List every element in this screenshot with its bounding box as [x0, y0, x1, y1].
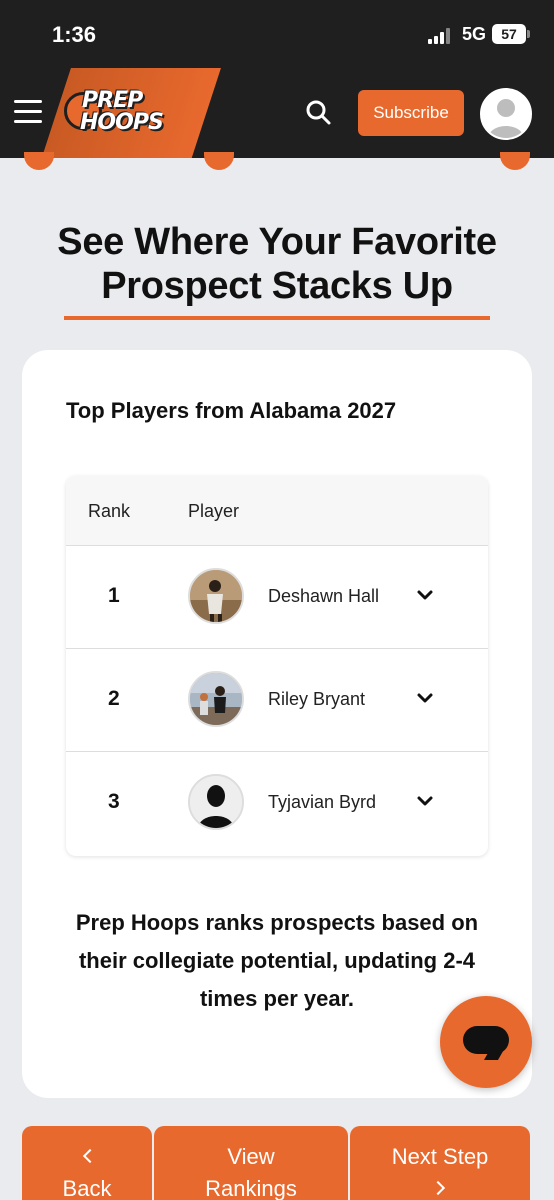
player-name[interactable]: Deshawn Hall — [268, 586, 379, 607]
back-label: Back — [62, 1176, 112, 1200]
card-title: Top Players from Alabama 2027 — [66, 398, 397, 423]
player-name[interactable]: Riley Bryant — [268, 689, 365, 710]
player-photo — [188, 568, 244, 624]
heading-line-2: Prospect Stacks Up — [101, 265, 453, 307]
signal-icon — [428, 28, 454, 44]
chevron-down-icon[interactable] — [416, 588, 434, 602]
column-header-rank: Rank — [88, 501, 131, 521]
next-step-label: Next Step — [391, 1144, 489, 1169]
view-rankings-label-2: Rankings — [205, 1176, 297, 1200]
player-rank: 1 — [108, 584, 120, 607]
status-bar: 1:36 5G 57 — [0, 0, 554, 68]
chevron-down-icon[interactable] — [416, 691, 434, 705]
table-row[interactable]: 1 Deshawn Hall — [66, 546, 488, 649]
menu-icon[interactable] — [14, 100, 42, 124]
view-rankings-label-1: View — [227, 1144, 275, 1169]
network-type: 5G — [462, 24, 487, 44]
site-header: PREP HOOPS Subscribe — [0, 68, 554, 158]
next-step-button[interactable]: Next Step — [350, 1126, 530, 1200]
rankings-table: Rank Player 1 Deshawn Hall 2 Riley Bryan… — [66, 476, 488, 856]
column-header-player: Player — [188, 501, 240, 521]
player-placeholder-photo — [188, 774, 244, 830]
player-photo — [188, 671, 244, 727]
subscribe-button[interactable]: Subscribe — [358, 90, 464, 136]
chat-button[interactable] — [440, 996, 532, 1088]
table-row[interactable]: 3 Tyjavian Byrd — [66, 752, 488, 855]
logo-text-hoops: HOOPS — [80, 110, 164, 135]
view-rankings-button[interactable]: View Rankings — [154, 1126, 348, 1200]
step-dot-2 — [204, 152, 234, 170]
search-icon[interactable] — [304, 98, 332, 126]
step-dot-1 — [24, 152, 54, 170]
player-name[interactable]: Tyjavian Byrd — [268, 792, 376, 813]
step-dot-3 — [500, 152, 530, 170]
chevron-right-icon — [430, 1180, 446, 1196]
status-time: 1:36 — [52, 22, 97, 47]
back-button[interactable]: Back — [22, 1126, 152, 1200]
battery-icon: 57 — [492, 24, 530, 44]
rankings-description: Prep Hoops ranks prospects based on thei… — [75, 910, 479, 1011]
chevron-down-icon[interactable] — [416, 794, 434, 808]
table-row[interactable]: 2 Riley Bryant — [66, 649, 488, 752]
chevron-left-icon — [82, 1148, 98, 1164]
heading-line-1: See Where Your Favorite — [57, 221, 497, 263]
player-rank: 2 — [108, 687, 120, 710]
rankings-card: Top Players from Alabama 2027 Rank Playe… — [22, 350, 532, 1098]
page-heading: See Where Your Favorite Prospect Stacks … — [0, 220, 554, 308]
prep-hoops-logo[interactable]: PREP HOOPS — [64, 82, 174, 142]
heading-underline — [64, 316, 490, 320]
player-rank: 3 — [108, 790, 120, 813]
chat-icon — [463, 1026, 509, 1054]
table-header: Rank Player — [66, 476, 488, 546]
avatar-icon[interactable] — [480, 88, 532, 140]
